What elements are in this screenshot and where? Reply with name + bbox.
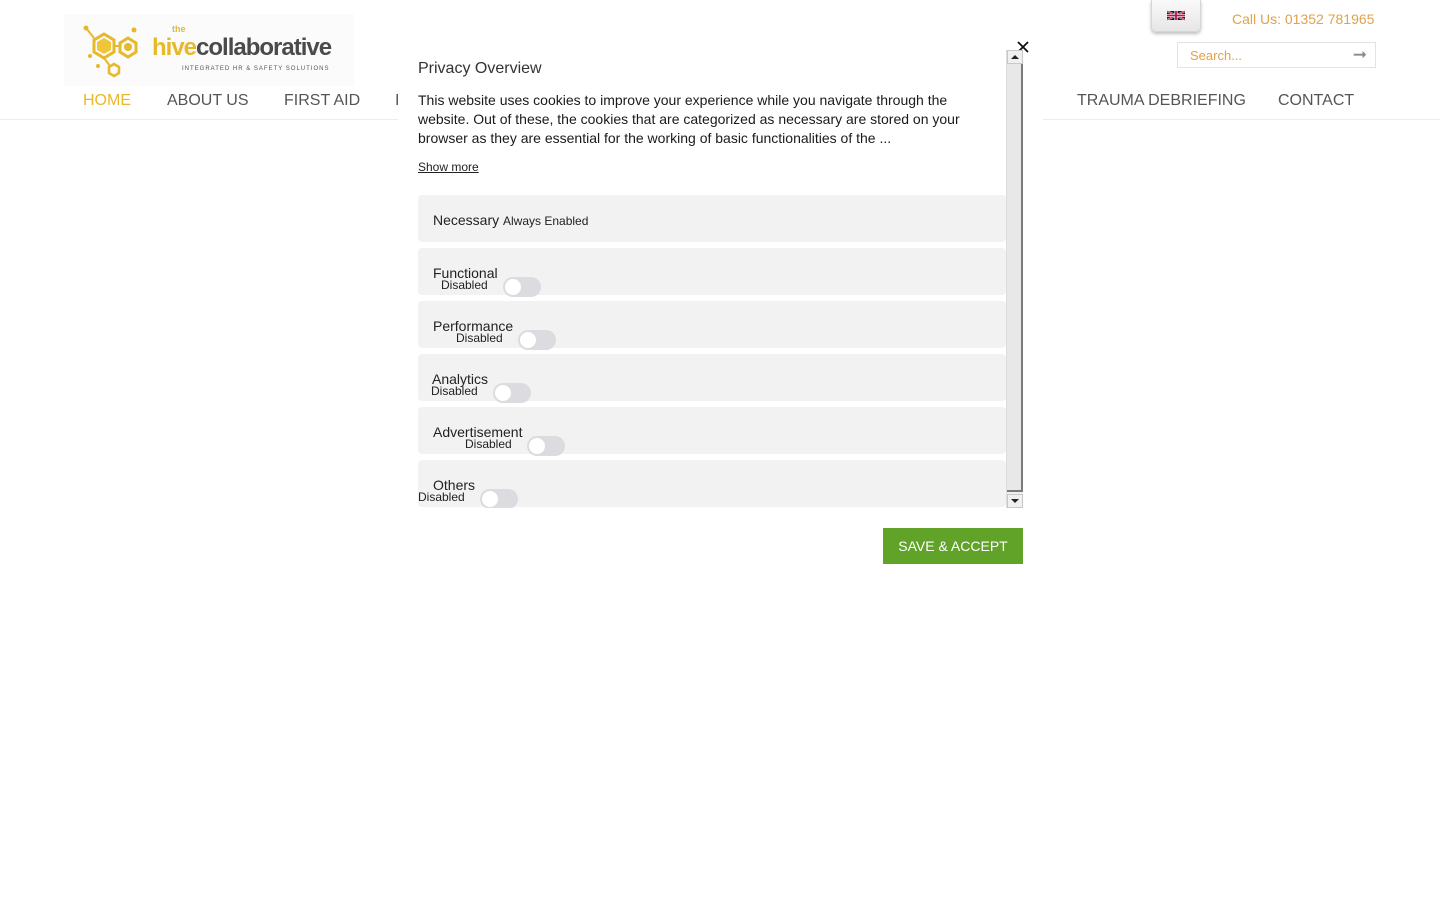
toggle-knob [529,438,545,454]
advertisement-toggle[interactable] [527,436,565,456]
modal-scrollbar[interactable] [1006,50,1023,508]
modal-title: Privacy Overview [418,60,542,77]
triangle-up-icon [1011,55,1019,59]
toggle-knob [505,279,521,295]
category-performance[interactable]: Performance Disabled [418,301,1006,350]
show-more-link[interactable]: Show more [418,160,479,174]
scrollbar-thumb[interactable] [1007,64,1023,492]
privacy-overview-modal: Privacy Overview This website uses cooki… [398,37,1043,582]
logo-tagline: INTEGRATED HR & SAFETY SOLUTIONS [182,66,330,72]
category-others[interactable]: Others Disabled [418,460,1006,508]
logo-name: hivecollaborative [152,34,332,61]
search-box: ➞ [1177,42,1376,68]
logo-the: the [172,24,186,34]
category-advertisement[interactable]: Advertisement Disabled [418,407,1006,456]
nav-item-first-aid[interactable]: FIRST AID [284,92,360,110]
performance-toggle[interactable] [518,330,556,350]
toggle-knob [495,385,511,401]
language-selector-button[interactable] [1151,0,1201,32]
triangle-down-icon [1011,499,1019,503]
hive-logo-icon [83,25,138,78]
category-name: Necessary [433,212,500,228]
category-status: Disabled [456,331,503,345]
category-status: Disabled [418,490,465,504]
nav-item-about-us[interactable]: ABOUT US [167,92,249,110]
category-analytics[interactable]: Analytics Disabled [418,354,1006,403]
nav-item-contact[interactable]: CONTACT [1278,92,1354,110]
analytics-toggle[interactable] [493,383,531,403]
category-functional[interactable]: Functional Disabled [418,248,1006,297]
category-status: Disabled [465,437,512,451]
modal-description: This website uses cookies to improve you… [418,92,960,146]
category-status: Disabled [441,278,488,292]
site-logo[interactable]: the hivecollaborative INTEGRATED HR & SA… [64,14,354,86]
save-and-accept-button[interactable]: SAVE & ACCEPT [883,528,1023,564]
scroll-up-button[interactable] [1007,50,1023,64]
uk-flag-icon [1167,10,1185,21]
functional-toggle[interactable] [503,277,541,297]
arrow-right-icon[interactable]: ➞ [1353,45,1367,65]
category-status: Always Enabled [503,214,589,228]
scroll-down-button[interactable] [1007,494,1023,508]
others-toggle[interactable] [480,489,518,508]
search-input[interactable] [1178,43,1343,67]
call-us-phone[interactable]: Call Us: 01352 781965 [1232,11,1374,27]
category-status: Disabled [431,384,478,398]
nav-item-trauma-debriefing[interactable]: TRAUMA DEBRIEFING [1077,92,1246,110]
toggle-knob [520,332,536,348]
modal-scroll-area[interactable]: Privacy Overview This website uses cooki… [418,50,1023,508]
nav-item-home[interactable]: HOME [83,92,131,110]
toggle-knob [482,491,498,507]
category-necessary[interactable]: Necessary Always Enabled [418,195,1006,242]
